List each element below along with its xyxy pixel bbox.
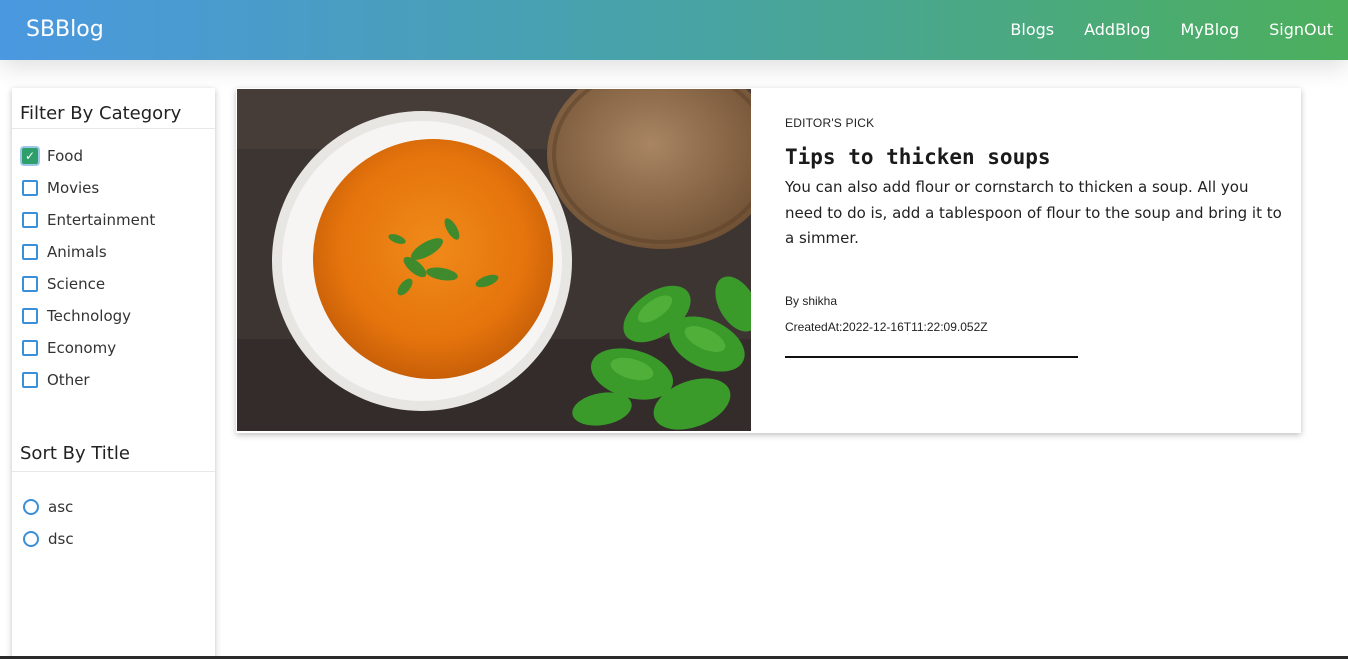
checkbox-icon[interactable] [22,372,38,388]
category-item-movies[interactable]: Movies [22,172,215,204]
blog-created-at: CreatedAt:2022-12-16T11:22:09.052Z [785,319,988,334]
nav-link-signout[interactable]: SignOut [1269,20,1333,39]
checkbox-icon[interactable] [22,308,38,324]
nav-link-myblog[interactable]: MyBlog [1180,20,1239,39]
checkbox-icon[interactable] [22,340,38,356]
category-label: Food [47,147,83,165]
category-item-entertainment[interactable]: Entertainment [22,204,215,236]
blog-author: By shikha [785,293,838,308]
sort-label: dsc [48,530,74,548]
blog-card[interactable]: EDITOR'S PICK Tips to thicken soups You … [236,88,1301,433]
category-item-economy[interactable]: Economy [22,332,215,364]
brand-logo[interactable]: SBBlog [26,17,104,42]
sort-label: asc [48,498,74,516]
nav-links: Blogs AddBlog MyBlog SignOut [1010,20,1333,39]
filter-title: Filter By Category [12,88,215,129]
category-label: Science [47,275,106,293]
category-item-other[interactable]: Other [22,364,215,396]
sort-title: Sort By Title [12,430,215,472]
card-body: EDITOR'S PICK Tips to thicken soups You … [785,116,1290,358]
category-list: ✓ Food Movies Entertainment Animals Scie… [12,129,215,396]
category-label: Entertainment [47,211,156,229]
nav-link-addblog[interactable]: AddBlog [1084,20,1150,39]
category-item-science[interactable]: Science [22,268,215,300]
radio-icon[interactable] [23,531,39,547]
checkbox-checked-icon[interactable]: ✓ [22,148,38,164]
checkbox-icon[interactable] [22,244,38,260]
soup-photo [237,89,751,431]
category-label: Other [47,371,90,389]
blog-title[interactable]: Tips to thicken soups [785,145,1290,169]
category-item-food[interactable]: ✓ Food [22,140,215,172]
blog-description: You can also add flour or cornstarch to … [785,178,1282,247]
top-navbar: SBBlog Blogs AddBlog MyBlog SignOut [0,0,1348,60]
editors-pick-label: EDITOR'S PICK [785,116,875,130]
nav-link-blogs[interactable]: Blogs [1010,20,1054,39]
category-label: Technology [47,307,132,325]
category-label: Movies [47,179,100,197]
sort-option-dsc[interactable]: dsc [23,523,215,555]
category-label: Economy [47,339,117,357]
category-item-animals[interactable]: Animals [22,236,215,268]
radio-icon[interactable] [23,499,39,515]
category-item-technology[interactable]: Technology [22,300,215,332]
checkbox-icon[interactable] [22,276,38,292]
checkbox-icon[interactable] [22,212,38,228]
category-label: Animals [47,243,107,261]
checkbox-icon[interactable] [22,180,38,196]
sort-options: asc dsc [12,472,215,555]
filter-sidebar: Filter By Category ✓ Food Movies Enterta… [12,88,215,659]
sort-option-asc[interactable]: asc [23,491,215,523]
divider [785,355,1078,358]
